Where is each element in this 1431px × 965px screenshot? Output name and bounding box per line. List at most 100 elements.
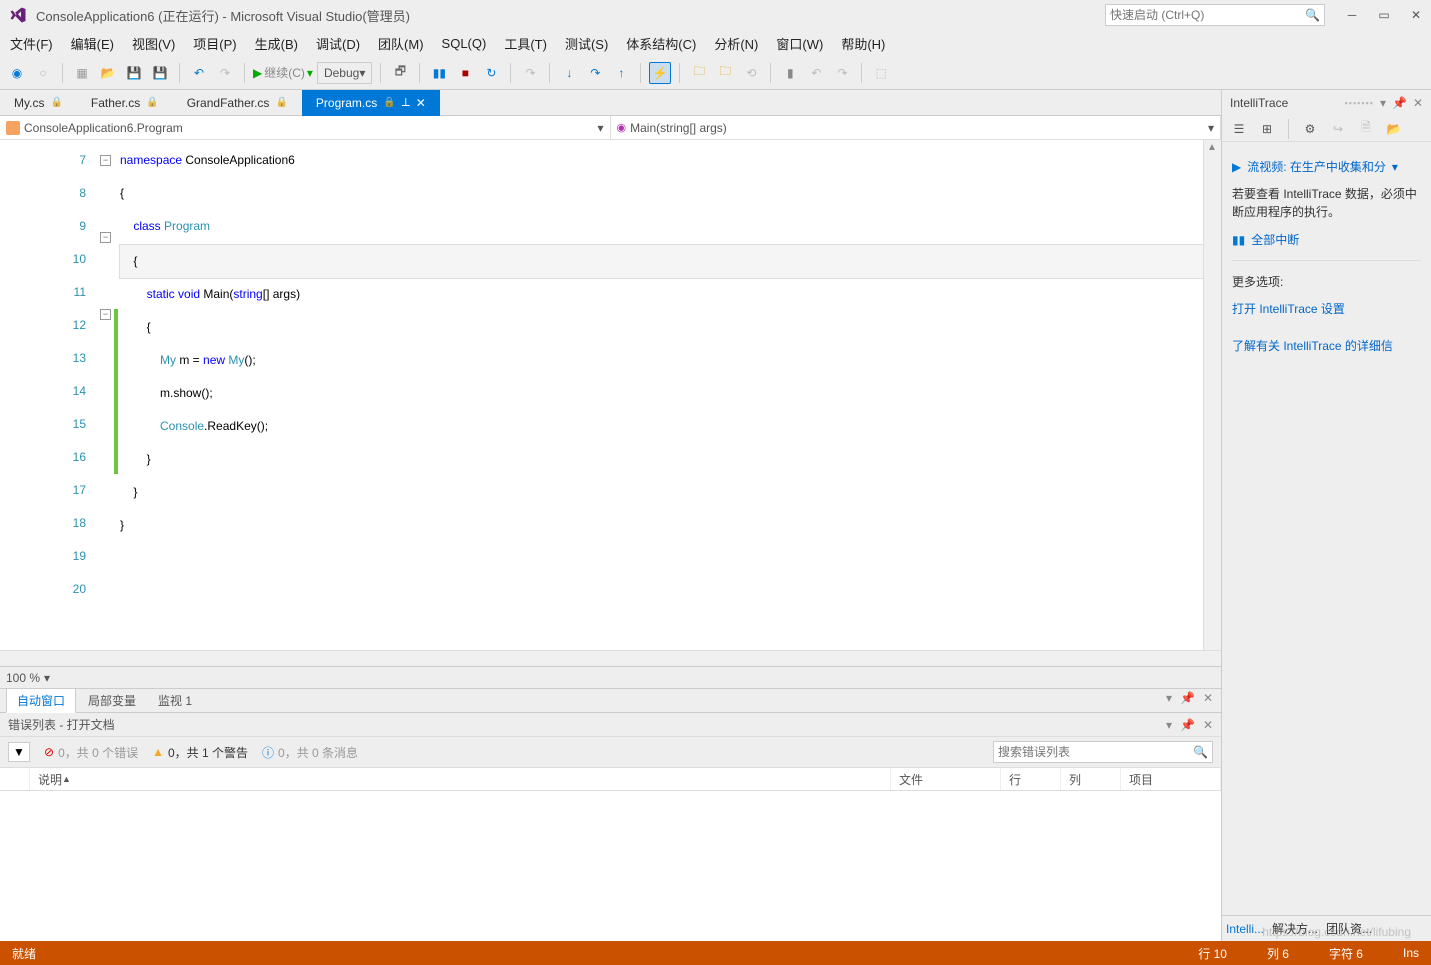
step-over-icon[interactable]: ↷ — [584, 62, 606, 84]
panel-pin-icon[interactable]: 📌 — [1392, 96, 1407, 110]
vertical-scrollbar[interactable]: ▲ — [1203, 140, 1221, 650]
menu-debug[interactable]: 调试(D) — [316, 34, 360, 53]
panel-close-icon[interactable]: ✕ — [1203, 718, 1213, 732]
tab-team-explorer[interactable]: 团队资... — [1326, 920, 1372, 937]
maximize-button[interactable]: ▭ — [1377, 8, 1391, 22]
class-icon — [6, 121, 20, 135]
learn-more-link[interactable]: 了解有关 IntelliTrace 的详细信 — [1232, 337, 1421, 354]
member-dropdown[interactable]: ◉Main(string[] args)▾ — [611, 116, 1222, 139]
open-settings-link[interactable]: 打开 IntelliTrace 设置 — [1232, 300, 1421, 317]
error-search-box[interactable]: 🔍 — [993, 741, 1213, 763]
step-into-icon[interactable]: ↓ — [558, 62, 580, 84]
open-trace-icon[interactable]: 📂 — [1383, 118, 1405, 140]
col-project[interactable]: 项目 — [1121, 768, 1221, 790]
minimize-button[interactable]: ─ — [1345, 8, 1359, 22]
code-body[interactable]: namespace ConsoleApplication6{ class Pro… — [120, 140, 1203, 650]
save-all-icon[interactable]: 💾 — [149, 62, 171, 84]
close-panel-icon[interactable]: ✕ — [1203, 691, 1213, 705]
stream-video-link[interactable]: ▶流视频: 在生产中收集和分▾ — [1232, 158, 1421, 175]
filter-button[interactable]: ▼ — [8, 742, 30, 762]
vs-logo-icon — [8, 5, 28, 25]
errors-count[interactable]: ⊘0，共 0 个错误 — [44, 744, 138, 761]
open-file-icon[interactable]: 📂 — [97, 62, 119, 84]
close-button[interactable]: ✕ — [1409, 8, 1423, 22]
tab-locals[interactable]: 局部变量 — [78, 689, 146, 712]
menu-analyze[interactable]: 分析(N) — [714, 34, 758, 53]
error-list-panel: 错误列表 - 打开文档 ▾ 📌 ✕ ▼ ⊘0，共 0 个错误 ▲0，共 1 个警… — [0, 712, 1221, 941]
tree-icon[interactable]: ⊞ — [1256, 118, 1278, 140]
namespace-dropdown[interactable]: ConsoleApplication6.Program▾ — [0, 116, 611, 139]
tab-program-cs[interactable]: Program.cs🔒⟂✕ — [302, 90, 440, 116]
zoom-level[interactable]: 100 % — [6, 671, 40, 685]
menu-project[interactable]: 项目(P) — [193, 34, 236, 53]
window-menu-icon[interactable]: ▾ — [1166, 691, 1172, 705]
tab-intellitrace[interactable]: Intelli... — [1226, 922, 1264, 936]
col-col[interactable]: 列 — [1061, 768, 1121, 790]
code-editor[interactable]: 7891011121314151617181920 −−− namespace … — [0, 140, 1221, 650]
intellitrace-title: IntelliTrace — [1230, 96, 1345, 110]
config-selector[interactable]: Debug ▾ — [317, 62, 372, 84]
tab-grandfather-cs[interactable]: GrandFather.cs🔒 — [173, 90, 302, 116]
browser-icon[interactable]: 🗗 — [389, 62, 411, 84]
menu-help[interactable]: 帮助(H) — [841, 34, 885, 53]
col-line[interactable]: 行 — [1001, 768, 1061, 790]
tab-watch1[interactable]: 监视 1 — [148, 689, 202, 712]
nav-back-button[interactable]: ◉ — [6, 62, 28, 84]
menu-window[interactable]: 窗口(W) — [776, 34, 823, 53]
tab-autos[interactable]: 自动窗口 — [6, 688, 76, 713]
quick-launch-box[interactable]: 🔍 — [1105, 4, 1325, 26]
menu-tools[interactable]: 工具(T) — [504, 34, 547, 53]
save-trace-icon[interactable]: 🗎 — [1355, 118, 1377, 140]
new-project-icon[interactable]: ▦ — [71, 62, 93, 84]
save-icon[interactable]: 💾 — [123, 62, 145, 84]
tab-solution-explorer[interactable]: 解决方... — [1272, 920, 1318, 937]
nav-icon[interactable]: ↪ — [1327, 118, 1349, 140]
tool-icon-1[interactable]: 🗀 — [688, 62, 710, 84]
tool-icon-3[interactable]: ⟲ — [740, 62, 762, 84]
tool-icon-7[interactable]: ⬚ — [870, 62, 892, 84]
pin-icon[interactable]: ⟂ — [402, 95, 410, 110]
col-file[interactable]: 文件 — [891, 768, 1001, 790]
menu-view[interactable]: 视图(V) — [132, 34, 175, 53]
nav-fwd-button[interactable]: ○ — [32, 62, 54, 84]
menu-test[interactable]: 测试(S) — [565, 34, 608, 53]
tool-icon-2[interactable]: 🗀 — [714, 62, 736, 84]
menu-build[interactable]: 生成(B) — [255, 34, 298, 53]
tool-icon-5[interactable]: ↶ — [805, 62, 827, 84]
menu-file[interactable]: 文件(F) — [10, 34, 53, 53]
intellitrace-toolbar-icon[interactable]: ⚡ — [649, 62, 671, 84]
quick-launch-input[interactable] — [1110, 8, 1305, 22]
step-out-icon[interactable]: ↑ — [610, 62, 632, 84]
menu-team[interactable]: 团队(M) — [378, 34, 424, 53]
document-tabs: My.cs🔒 Father.cs🔒 GrandFather.cs🔒 Progra… — [0, 90, 1221, 116]
panel-menu-icon[interactable]: ▾ — [1166, 718, 1172, 732]
break-all-link[interactable]: ▮▮全部中断 — [1232, 231, 1421, 248]
menu-edit[interactable]: 编辑(E) — [71, 34, 114, 53]
panel-menu-icon[interactable]: ▾ — [1380, 96, 1386, 110]
tool-icon-4[interactable]: ▮ — [779, 62, 801, 84]
restart-icon[interactable]: ↻ — [480, 62, 502, 84]
panel-close-icon[interactable]: ✕ — [1413, 96, 1423, 110]
warnings-count[interactable]: ▲0，共 1 个警告 — [152, 744, 248, 761]
continue-button[interactable]: ▶ 继续(C) ▾ — [253, 64, 313, 81]
menu-sql[interactable]: SQL(Q) — [442, 36, 487, 51]
step-next-icon[interactable]: ↷ — [519, 62, 541, 84]
stop-icon[interactable]: ■ — [454, 62, 476, 84]
panel-pin-icon[interactable]: 📌 — [1180, 718, 1195, 732]
redo-icon[interactable]: ↷ — [214, 62, 236, 84]
menu-arch[interactable]: 体系结构(C) — [626, 34, 696, 53]
col-description[interactable]: 说明 ▲ — [30, 768, 891, 790]
list-icon[interactable]: ☰ — [1228, 118, 1250, 140]
pause-icon[interactable]: ▮▮ — [428, 62, 450, 84]
horizontal-scrollbar[interactable] — [0, 650, 1221, 666]
error-search-input[interactable] — [998, 745, 1193, 759]
pin-panel-icon[interactable]: 📌 — [1180, 691, 1195, 705]
tab-father-cs[interactable]: Father.cs🔒 — [77, 90, 173, 116]
close-tab-icon[interactable]: ✕ — [416, 96, 426, 110]
method-icon: ◉ — [617, 121, 627, 134]
gear-icon[interactable]: ⚙ — [1299, 118, 1321, 140]
undo-icon[interactable]: ↶ — [188, 62, 210, 84]
messages-count[interactable]: ⓘ0，共 0 条消息 — [262, 744, 358, 761]
tool-icon-6[interactable]: ↷ — [831, 62, 853, 84]
tab-my-cs[interactable]: My.cs🔒 — [0, 90, 77, 116]
